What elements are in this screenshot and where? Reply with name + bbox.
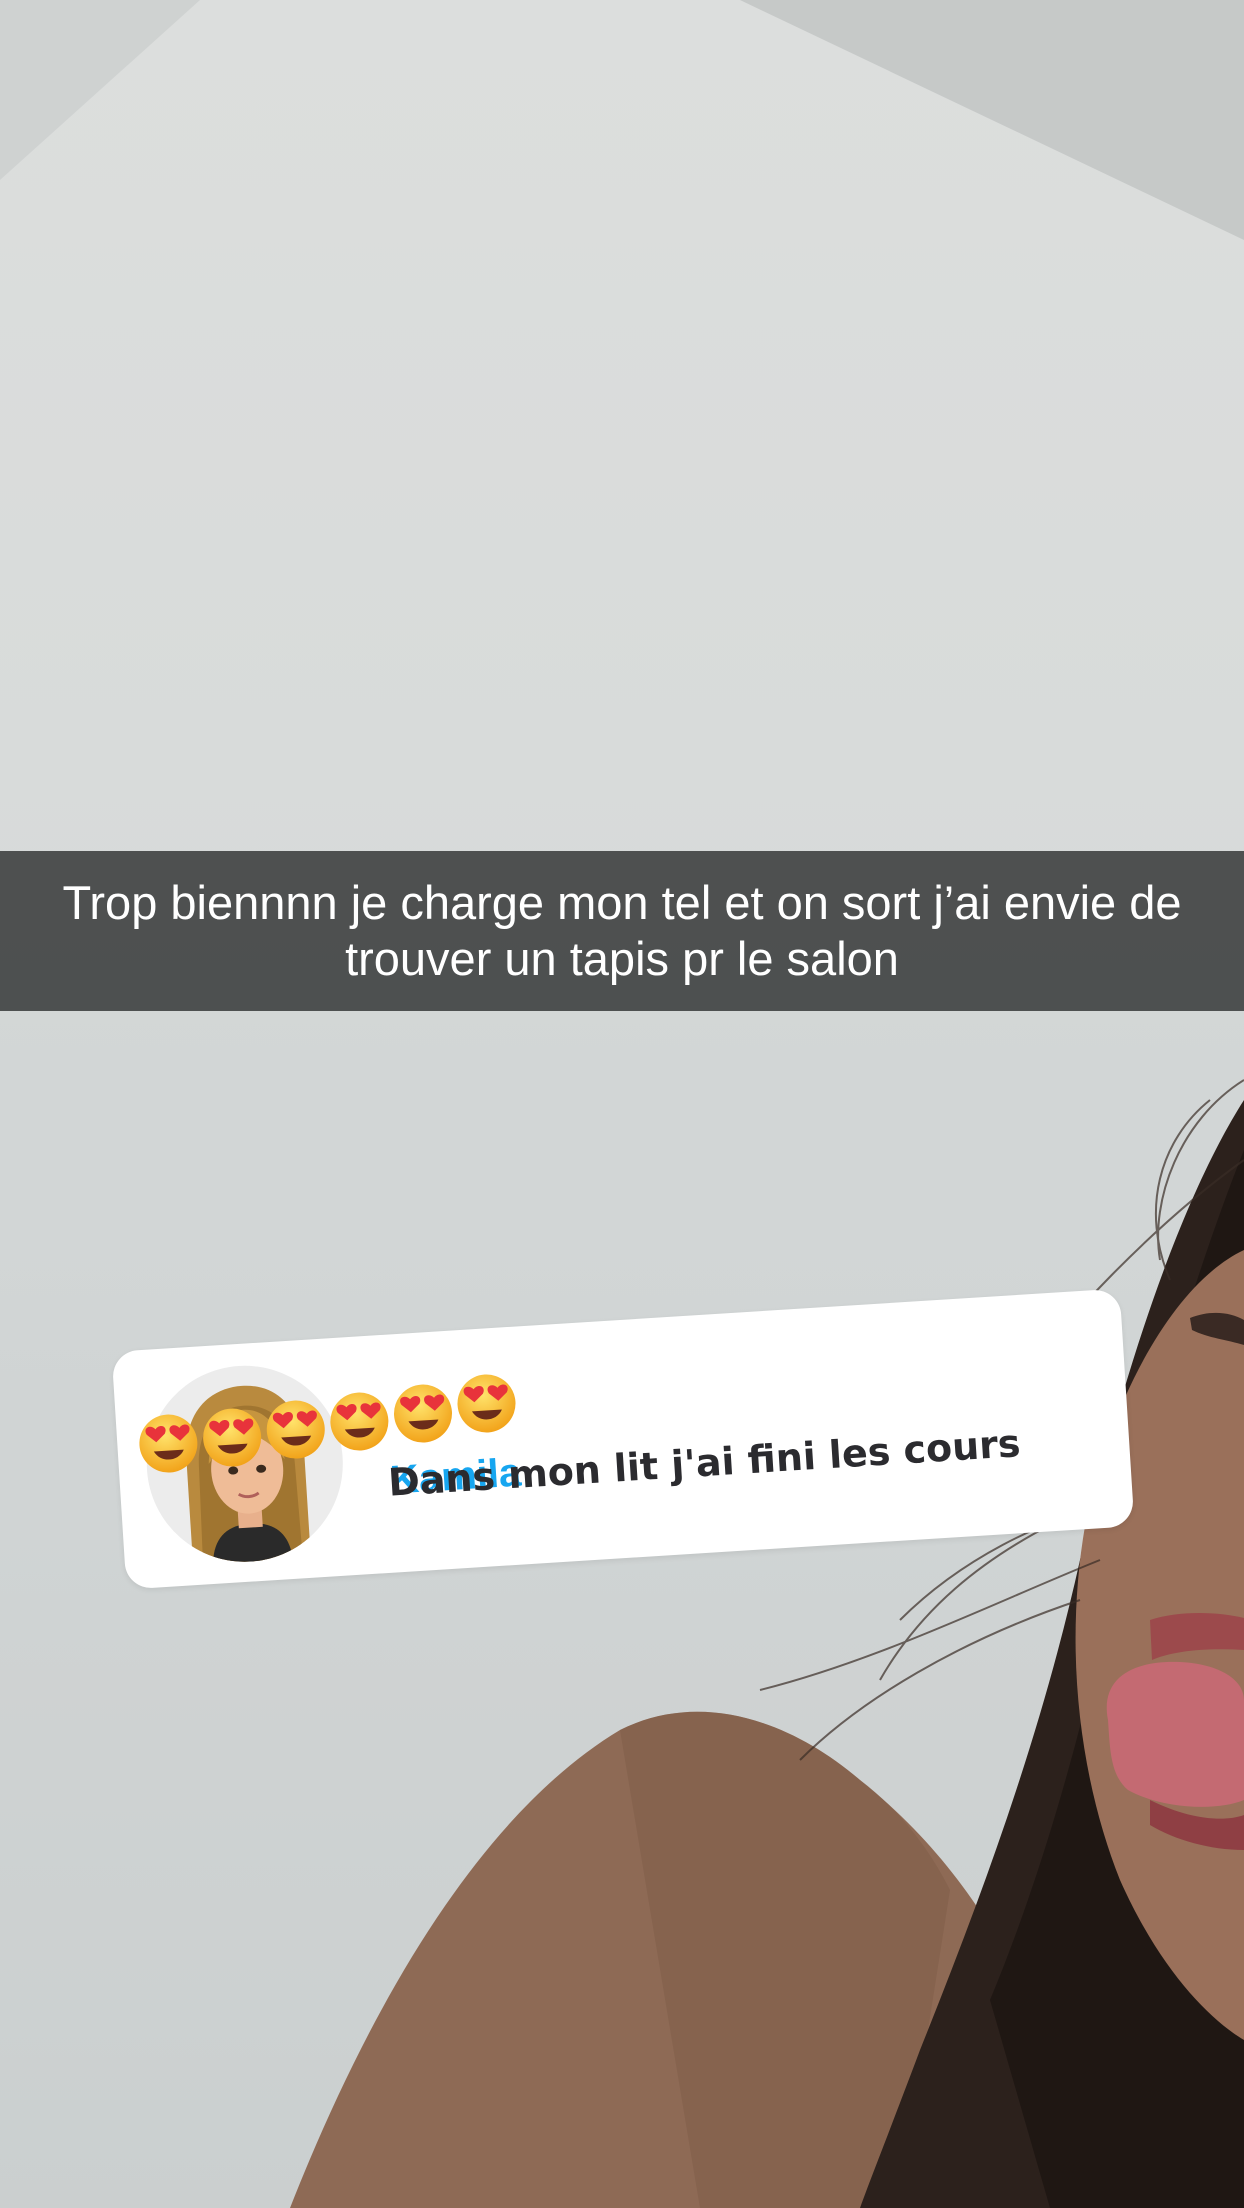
- story-caption-text: Trop biennnn je charge mon tel et on sor…: [62, 876, 1182, 985]
- heart-eyes-emoji-icon: [454, 1371, 520, 1437]
- story-photo: [0, 0, 1244, 2208]
- story-caption-bar: Trop biennnn je charge mon tel et on sor…: [0, 851, 1244, 1011]
- heart-eyes-emoji-icon: [326, 1389, 392, 1455]
- heart-eyes-emoji-icon: [390, 1381, 456, 1447]
- photo-background: [0, 0, 1244, 2208]
- heart-eyes-emoji-icon: [199, 1405, 265, 1471]
- heart-eyes-emoji-icon: [136, 1411, 202, 1477]
- heart-eyes-emoji-icon: [263, 1397, 329, 1463]
